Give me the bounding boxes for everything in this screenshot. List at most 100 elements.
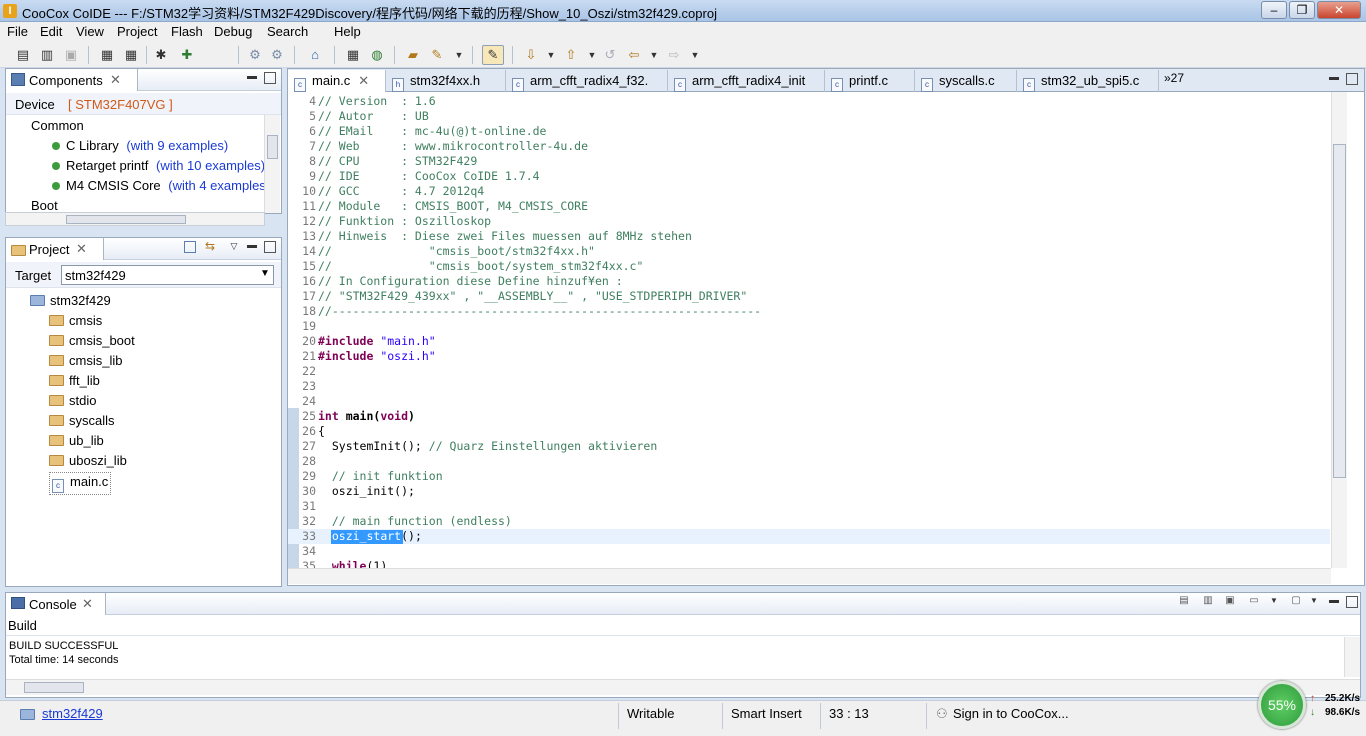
menu-debug[interactable]: Debug [214,24,252,39]
tab-stm32-ub-spi5-c[interactable]: c stm32_ub_spi5.c [1017,70,1159,92]
folder-cmsis-boot[interactable]: cmsis_boot [49,333,135,348]
menu-file[interactable]: File [7,24,28,39]
project-root[interactable]: stm32f429 [30,293,111,308]
console-vscrollbar[interactable] [1344,637,1360,677]
menu-search[interactable]: Search [267,24,308,39]
component-c-library[interactable]: C Library (with 9 examples) [52,138,228,153]
component-m4-cmsis-core[interactable]: M4 CMSIS Core (with 4 examples) [52,178,270,193]
chevron-down-icon[interactable]: ▼ [450,46,468,64]
tab-syscalls-c[interactable]: c syscalls.c [915,70,1017,92]
examples-link[interactable]: (with 4 examples) [168,178,270,193]
display-console-icon[interactable]: ▭ [1248,596,1260,608]
code-editor[interactable]: 4// Version : 1.6 5// Autor : UB 6// EMail… [287,92,1365,586]
repository-icon[interactable]: ▦ [344,46,362,64]
maximize-view-icon[interactable] [1346,73,1358,85]
web-icon[interactable]: ◍ [368,46,386,64]
minimize-button[interactable]: – [1261,1,1287,19]
link-editor-icon[interactable]: ⇆ [204,240,216,253]
maximize-view-icon[interactable] [264,241,276,253]
minimize-view-icon[interactable]: ▬ [1328,73,1340,85]
components-scrollbar[interactable] [264,115,280,213]
rebuild-icon[interactable]: ▦ [122,46,140,64]
scroll-lock-icon[interactable]: ▥ [1202,596,1214,608]
tab-arm-cfft-radix4-init[interactable]: c arm_cfft_radix4_init [668,70,825,92]
chevron-down-icon[interactable]: ▼ [686,46,704,64]
tab-arm-cfft-radix4-f32[interactable]: c arm_cfft_radix4_f32. [506,70,668,92]
folder-uboszi-lib[interactable]: uboszi_lib [49,453,127,468]
device-value[interactable]: [ STM32F407VG ] [68,97,173,112]
view-menu-icon[interactable]: ▽ [228,241,240,253]
prev-annotation-icon[interactable]: ⇧ [562,46,580,64]
tab-printf-c[interactable]: c printf.c [825,70,915,92]
download-icon[interactable]: ✱ [152,46,170,64]
maximize-view-icon[interactable] [264,72,276,84]
close-icon[interactable]: ✕ [358,73,369,88]
chevron-down-icon[interactable]: ▼ [645,46,663,64]
new-file-icon[interactable]: ▤ [14,46,32,64]
sign-in-link[interactable]: Sign in to CooCox... [953,706,1069,721]
toggle-mark-icon[interactable]: ✎ [482,45,504,65]
component-retarget-printf[interactable]: Retarget printf (with 10 examples) [52,158,265,173]
folder-cmsis-lib[interactable]: cmsis_lib [49,353,122,368]
last-edit-icon[interactable]: ↺ [601,46,619,64]
back-icon[interactable]: ⇦ [625,46,643,64]
menu-edit[interactable]: Edit [40,24,62,39]
tab-main-c[interactable]: c main.c ✕ [288,70,386,92]
c-file-icon: c [294,78,306,92]
close-button[interactable]: ✕ [1317,1,1361,19]
folder-syscalls[interactable]: syscalls [49,413,115,428]
chevron-down-icon[interactable]: ▼ [1268,596,1280,608]
tab-overflow[interactable]: »27 [1164,71,1184,85]
target-select[interactable]: stm32f429 ▼ [61,265,274,285]
minimize-view-icon[interactable]: ▬ [246,72,258,84]
examples-link[interactable]: (with 10 examples) [156,158,265,173]
open-folder-icon[interactable]: ▰ [404,46,422,64]
chevron-down-icon[interactable]: ▼ [1308,596,1320,608]
clear-console-icon[interactable]: ▤ [1178,596,1190,608]
tool-icon[interactable]: ✎ [428,46,446,64]
minimize-view-icon[interactable]: ▬ [246,241,258,253]
pin-console-icon[interactable]: ▣ [1224,596,1236,608]
network-gauge[interactable]: 55% [1258,681,1306,729]
components-hscrollbar[interactable] [5,212,265,226]
menu-project[interactable]: Project [117,24,157,39]
folder-ub-lib[interactable]: ub_lib [49,433,104,448]
examples-link[interactable]: (with 9 examples) [126,138,228,153]
folder-cmsis[interactable]: cmsis [49,313,102,328]
maximize-button[interactable]: ❐ [1289,1,1315,19]
menu-help[interactable]: Help [334,24,361,39]
close-icon[interactable]: ✕ [76,241,87,257]
group-common[interactable]: Common [31,118,84,133]
save-icon[interactable]: ▣ [62,46,80,64]
maximize-view-icon[interactable] [1346,596,1358,608]
status-project-link[interactable]: stm32f429 [42,706,103,721]
next-annotation-icon[interactable]: ⇩ [522,46,540,64]
chevron-down-icon[interactable]: ▼ [542,46,560,64]
tab-label: printf.c [849,73,889,88]
chevron-down-icon[interactable]: ▼ [583,46,601,64]
debug-icon[interactable]: ✚ [178,46,196,64]
minimize-view-icon[interactable]: ▬ [1328,596,1340,608]
menu-flash[interactable]: Flash [171,24,203,39]
download-arrow-icon: ↓ [1310,707,1315,718]
open-icon[interactable]: ▥ [38,46,56,64]
close-icon[interactable]: ✕ [110,72,121,88]
forward-icon[interactable]: ⇨ [665,46,683,64]
collapse-all-icon[interactable] [184,241,196,253]
close-icon[interactable]: ✕ [82,596,93,612]
settings-icon[interactable]: ⚙ [268,46,286,64]
folder-fft-lib[interactable]: fft_lib [49,373,100,388]
toolbar: ▤ ▥ ▣ ▦ ▦ ✱ ✚ ⚙ ⚙ ⌂ ▦ ◍ ▰ ✎ ▼ ✎ ⇩ ▼ ⇧ ▼ … [0,42,1366,68]
console-hscrollbar[interactable] [6,679,1360,695]
open-console-icon[interactable]: ▢ [1290,596,1302,608]
group-boot[interactable]: Boot [31,198,58,213]
editor-vscrollbar[interactable] [1331,92,1347,568]
tab-stm32f4xx-h[interactable]: h stm32f4xx.h [386,70,506,92]
build-icon[interactable]: ▦ [98,46,116,64]
file-main-c[interactable]: c main.c [49,472,112,495]
configure-icon[interactable]: ⚙ [246,46,264,64]
folder-stdio[interactable]: stdio [49,393,96,408]
home-icon[interactable]: ⌂ [306,46,324,64]
editor-hscrollbar[interactable] [288,568,1331,584]
menu-view[interactable]: View [76,24,104,39]
